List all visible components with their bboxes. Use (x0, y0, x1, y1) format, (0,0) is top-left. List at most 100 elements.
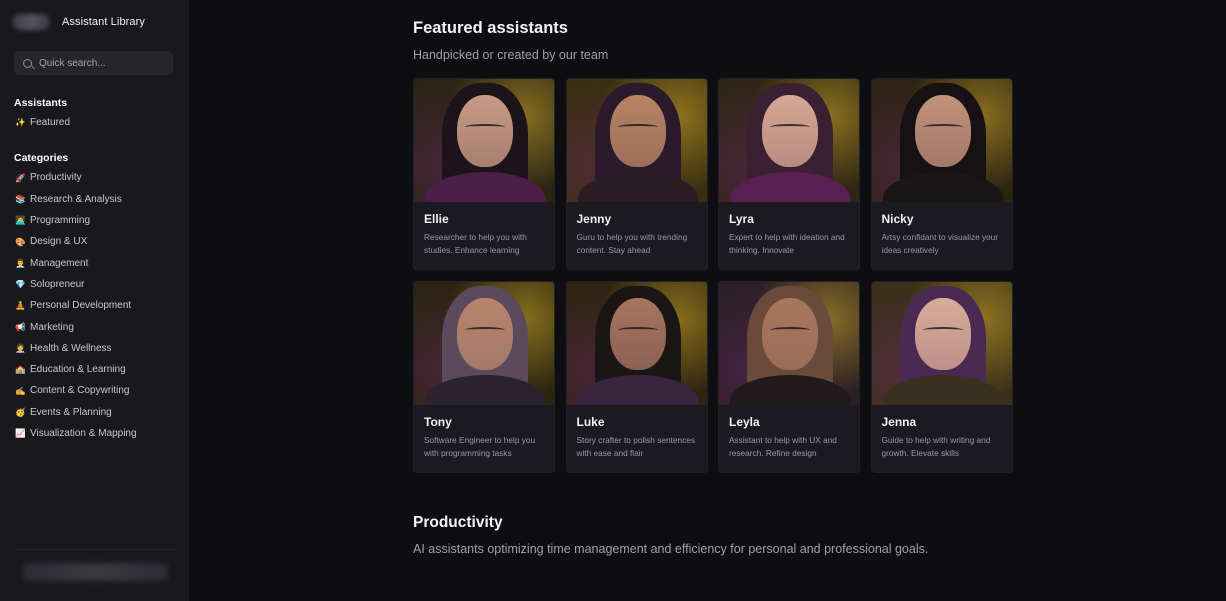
assistant-card-tony[interactable]: Tony Software Engineer to help you with p… (413, 281, 555, 473)
sidebar-item-label: Education & Learning (30, 364, 126, 376)
avatar-eyes (922, 124, 963, 130)
avatar-face (914, 95, 971, 167)
assistant-description: Expert to help with ideation and thinkin… (729, 232, 845, 255)
main-content: Featured assistants Handpicked or create… (189, 0, 1226, 601)
avatar-eyes (922, 327, 963, 333)
productivity-emoji-icon: 🚀 (15, 172, 26, 183)
assistant-avatar (871, 282, 1012, 405)
avatar-eyes (770, 124, 810, 130)
assistant-card-ellie[interactable]: Ellie Researcher to help you with studies… (413, 78, 555, 270)
assistant-card-leyla[interactable]: Leyla Assistant to help with UX and resea… (718, 281, 860, 473)
sidebar-footer[interactable] (14, 549, 177, 593)
card-body: Leyla Assistant to help with UX and resea… (719, 405, 859, 460)
productivity-subtitle: AI assistants optimizing time management… (413, 542, 929, 556)
avatar-face (762, 95, 818, 167)
assistant-avatar (414, 79, 554, 202)
marketing-emoji-icon: 📢 (15, 321, 26, 332)
brand-logo (12, 14, 50, 30)
assistant-name: Tony (424, 415, 452, 429)
assistants-list: ✨ Featured (0, 112, 189, 133)
assistant-name: Lyra (729, 212, 754, 226)
productivity-title: Productivity (413, 514, 503, 531)
avatar-face (609, 95, 666, 167)
assistant-avatar (871, 79, 1012, 202)
categories-list: 🚀 Productivity 📚 Research & Analysis 👩‍💻 Prog… (0, 167, 189, 444)
sidebar-item-label: Research & Analysis (30, 193, 122, 205)
sidebar-item-marketing[interactable]: 📢 Marketing (0, 316, 189, 337)
featured-title: Featured assistants (413, 19, 568, 37)
card-body: Lyra Expert to help with ideation and thi… (719, 202, 859, 257)
avatar-face (914, 298, 971, 370)
sidebar-item-label: Management (30, 257, 89, 269)
sidebar-item-label: Visualization & Mapping (30, 428, 137, 439)
assistant-avatar (566, 79, 707, 202)
sidebar-item-label: Personal Development (30, 300, 132, 312)
assistant-description: Researcher to help you with studies. Enh… (424, 232, 527, 255)
assistant-description: Guru to help you with trending content. … (576, 232, 688, 255)
sidebar-item-education-and-learning[interactable]: 🏫 Education & Learning (0, 359, 189, 380)
assistant-name: Jenny (576, 212, 612, 226)
card-body: Jenny Guru to help you with trending cont… (567, 202, 707, 257)
featured-subtitle: Handpicked or created by our team (413, 48, 609, 62)
card-body: Nicky Artsy confidant to visualize your i… (872, 202, 1012, 257)
assistant-name: Jenna (881, 415, 917, 429)
brand[interactable]: Assistant Library (0, 0, 189, 44)
sidebar-item-events-and-planning[interactable]: 🥳 Events & Planning (0, 402, 189, 423)
assistant-description: Artsy confidant to visualize your ideas … (881, 232, 999, 255)
programming-emoji-icon: 👩‍💻 (15, 215, 26, 226)
sidebar-item-label: Productivity (30, 172, 82, 184)
sidebar-item-design-and-ux[interactable]: 🎨 Design & UX (0, 231, 189, 252)
search-placeholder: Quick search... (39, 57, 106, 69)
avatar-face (457, 298, 513, 370)
sidebar-item-productivity[interactable]: 🚀 Productivity (0, 167, 189, 188)
avatar-eyes (770, 327, 810, 333)
assistant-card-lyra[interactable]: Lyra Expert to help with ideation and thi… (718, 78, 860, 270)
research-and-analysis-emoji-icon: 📚 (15, 193, 26, 204)
sidebar-item-programming[interactable]: 👩‍💻 Programming (0, 210, 189, 231)
sidebar-item-label: Marketing (30, 321, 74, 333)
card-body: Jenna Guide to help with writing and grow… (872, 405, 1012, 460)
sidebar-item-personal-development[interactable]: 🧘 Personal Development (0, 295, 189, 316)
assistant-name: Luke (576, 415, 605, 429)
personal-development-emoji-icon: 🧘 (15, 300, 26, 311)
sidebar-item-label: Featured (30, 117, 71, 129)
sidebar-item-label: Solopreneur (30, 278, 85, 290)
sidebar-item-label: Programming (30, 215, 91, 227)
sidebar-item-featured[interactable]: ✨ Featured (0, 112, 189, 133)
avatar-face (457, 95, 513, 167)
app-title: Assistant Library (62, 16, 146, 28)
events-and-planning-emoji-icon: 🥳 (15, 406, 26, 417)
assistant-card-jenna[interactable]: Jenna Guide to help with writing and grow… (870, 281, 1013, 473)
avatar-eyes (465, 124, 505, 130)
search-input[interactable]: Quick search... (14, 51, 173, 75)
sidebar-item-label: Content & Copywriting (30, 385, 130, 397)
avatar-face (609, 298, 666, 370)
assistant-name: Nicky (881, 212, 914, 226)
assistant-description: Story crafter to polish sentences with e… (576, 435, 696, 458)
sidebar-item-management[interactable]: 👨‍💼 Management (0, 252, 189, 273)
assistant-card-jenny[interactable]: Jenny Guru to help you with trending cont… (565, 78, 708, 270)
assistant-description: Guide to help with writing and growth. E… (881, 435, 991, 458)
assistant-card-luke[interactable]: Luke Story crafter to polish sentences wi… (565, 281, 708, 473)
avatar-face (762, 298, 818, 370)
sidebar-item-visualization-and-mapping[interactable]: 📈 Visualization & Mapping (0, 423, 189, 444)
featured-emoji-icon: ✨ (15, 117, 26, 128)
health-and-wellness-emoji-icon: 🧑‍⚕️ (15, 343, 26, 354)
sidebar-item-health-and-wellness[interactable]: 🧑‍⚕️ Health & Wellness (0, 338, 189, 359)
solopreneur-emoji-icon: 💎 (15, 279, 26, 290)
sidebar-item-content-and-copywriting[interactable]: ✍️ Content & Copywriting (0, 380, 189, 401)
assistants-heading: Assistants (14, 97, 68, 109)
assistant-card-nicky[interactable]: Nicky Artsy confidant to visualize your i… (870, 78, 1013, 270)
sidebar-item-label: Design & UX (30, 236, 88, 248)
footer-account-area (23, 562, 168, 581)
education-and-learning-emoji-icon: 🏫 (15, 364, 26, 375)
avatar-eyes (617, 124, 658, 130)
sidebar-item-research-and-analysis[interactable]: 📚 Research & Analysis (0, 189, 189, 210)
assistant-grid: Ellie Researcher to help you with studies… (413, 78, 1013, 473)
assistant-name: Leyla (729, 415, 760, 429)
design-and-ux-emoji-icon: 🎨 (15, 236, 26, 247)
categories-heading: Categories (14, 152, 69, 165)
assistant-description: Software Engineer to help you with progr… (424, 435, 536, 458)
visualization-and-mapping-emoji-icon: 📈 (15, 428, 26, 439)
sidebar-item-solopreneur[interactable]: 💎 Solopreneur (0, 274, 189, 295)
